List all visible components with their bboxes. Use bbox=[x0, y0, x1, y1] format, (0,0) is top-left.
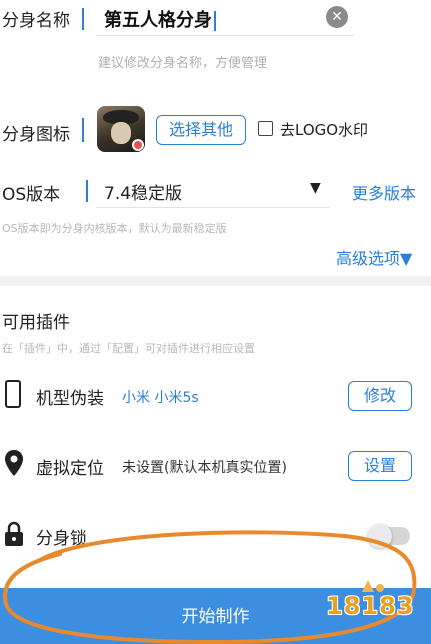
icon-label: 分身图标 bbox=[2, 125, 70, 145]
modify-button[interactable]: 修改 bbox=[348, 381, 412, 411]
name-input-field[interactable]: 第五人格分身 bbox=[96, 2, 354, 36]
os-version-label: OS版本 bbox=[2, 185, 61, 205]
remove-logo-checkbox[interactable] bbox=[258, 121, 273, 136]
os-version-value: 7.4稳定版 bbox=[104, 184, 183, 204]
plugin-name: 虚拟定位 bbox=[36, 459, 104, 479]
app-icon-preview[interactable] bbox=[97, 106, 145, 152]
plugin-name: 分身锁 bbox=[36, 529, 87, 549]
plugin-name: 机型伪装 bbox=[36, 389, 104, 409]
plugin-row-virtual-location: 虚拟定位 未设置(默认本机真实位置) 设置 bbox=[0, 441, 431, 491]
lock-icon bbox=[5, 521, 23, 546]
remove-logo-label[interactable]: 去LOGO水印 bbox=[280, 119, 368, 140]
name-label: 分身名称 bbox=[2, 11, 70, 31]
plugin-value: 小米 小米5s bbox=[122, 390, 199, 406]
lock-toggle-switch[interactable] bbox=[368, 524, 410, 548]
location-pin-icon bbox=[5, 450, 23, 476]
plugin-row-device-spoof: 机型伪装 小米 小米5s 修改 bbox=[0, 371, 431, 421]
input-indicator-bar bbox=[86, 180, 88, 202]
watermark-logo: 18183 bbox=[322, 578, 422, 638]
input-indicator-bar bbox=[82, 118, 84, 142]
app-badge-icon bbox=[132, 139, 144, 151]
name-hint: 建议修改分身名称，方便管理 bbox=[98, 56, 268, 71]
os-version-hint: OS版本即为分身内核版本，默认为最新稳定版 bbox=[2, 222, 227, 235]
set-button[interactable]: 设置 bbox=[348, 451, 412, 481]
plugins-title: 可用插件 bbox=[2, 313, 70, 333]
choose-other-icon-button[interactable]: 选择其他 bbox=[156, 115, 246, 145]
plugin-row-app-lock: 分身锁 bbox=[0, 511, 431, 561]
plugins-card: 可用插件 在「插件」中，通过「配置」可对插件进行相应设置 机型伪装 小米 小米5… bbox=[0, 286, 431, 588]
name-input-value[interactable]: 第五人格分身 bbox=[104, 6, 216, 32]
advanced-options-toggle[interactable]: 高级选项▼ bbox=[336, 245, 412, 269]
text-cursor bbox=[214, 11, 216, 31]
settings-card: 分身名称 第五人格分身 ✕ 建议修改分身名称，方便管理 分身图标 选择其他 去L… bbox=[0, 0, 431, 276]
watermark-text: 18183 bbox=[326, 592, 415, 620]
character-face-graphic bbox=[111, 122, 131, 144]
more-versions-link[interactable]: 更多版本 bbox=[352, 180, 416, 204]
dropdown-arrow-icon[interactable]: ▼ bbox=[310, 180, 321, 196]
clear-icon[interactable]: ✕ bbox=[326, 6, 348, 28]
plugins-hint: 在「插件」中，通过「配置」可对插件进行相应设置 bbox=[2, 342, 255, 355]
phone-icon bbox=[5, 380, 21, 408]
input-indicator-bar bbox=[82, 8, 84, 30]
toggle-knob bbox=[368, 524, 392, 548]
plugin-value: 未设置(默认本机真实位置) bbox=[122, 460, 287, 476]
os-version-select[interactable]: 7.4稳定版 ▼ bbox=[96, 172, 330, 208]
